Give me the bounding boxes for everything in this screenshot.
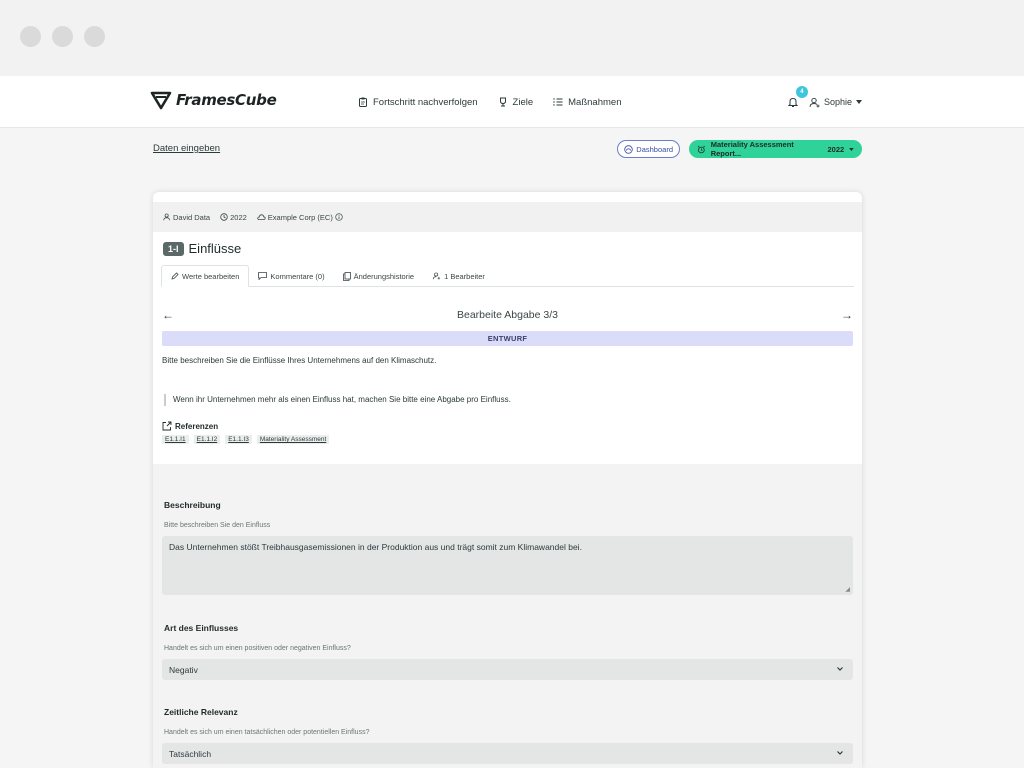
art-hint: Handelt es sich um einen positiven oder … (164, 645, 351, 652)
tab-bar: Werte bearbeiten Kommentare (0) Änderung… (161, 265, 854, 287)
reference-tag[interactable]: Materiality Assessment (256, 435, 330, 444)
tab-label: Änderungshistorie (353, 271, 415, 281)
tab-label: Werte bearbeiten (182, 271, 240, 281)
chevron-down-icon (837, 751, 843, 755)
top-navigation: FramesCube Fortschritt nachverfolgen Zie… (0, 76, 1024, 128)
input-form: Beschreibung Bitte beschreiben Sie den E… (153, 464, 862, 768)
art-label: Art des Einflusses (164, 623, 239, 633)
beschreibung-textarea[interactable]: Das Unternehmen stößt Treibhausgasemissi… (162, 536, 853, 595)
window-dot-minimize[interactable] (52, 26, 73, 47)
user-icon (809, 97, 820, 107)
list-icon (553, 98, 563, 106)
dashboard-button[interactable]: Dashboard (617, 140, 680, 158)
references-title: Referenzen (175, 421, 219, 431)
user-name: Sophie (823, 97, 852, 107)
hint-quote: Wenn ihr Unternehmen mehr als einen Einf… (164, 394, 511, 406)
chevron-down-icon (837, 667, 843, 671)
zeitlich-label: Zeitliche Relevanz (164, 707, 238, 717)
meta-company-name: Example Corp (EC) (267, 212, 333, 222)
zeitlich-select[interactable]: Tatsächlich (162, 743, 853, 764)
previous-arrow-icon[interactable]: ← (162, 308, 174, 322)
zeitlich-selected-value: Tatsächlich (169, 748, 212, 759)
caret-down-icon (856, 100, 862, 104)
references-section: Referenzen E1.1.I1 E1.1.I2 E1.1.I3 Mater… (162, 421, 330, 444)
datapoint-code-badge: 1-I (163, 241, 184, 256)
pencil-icon (171, 272, 179, 280)
report-year: 2022 (827, 144, 845, 154)
nav-item-label: Fortschritt nachverfolgen (373, 96, 478, 108)
notifications-badge: 4 (795, 86, 808, 98)
window-dot-maximize[interactable] (84, 26, 105, 47)
meta-company: Example Corp (EC) (257, 213, 343, 222)
user-add-icon (432, 272, 441, 280)
zeitlich-hint: Handelt es sich um einen tatsächlichen o… (164, 729, 370, 736)
beschreibung-label: Beschreibung (164, 500, 221, 510)
framescube-logo-icon (150, 91, 172, 110)
nav-item-ziele[interactable]: Ziele (498, 96, 534, 108)
dashboard-button-label: Dashboard (636, 144, 673, 154)
nav-item-label: Maßnahmen (568, 96, 622, 108)
breadcrumb-link[interactable]: Daten eingeben (153, 143, 220, 154)
reference-tags: E1.1.I1 E1.1.I2 E1.1.I3 Materiality Asse… (162, 435, 330, 444)
nav-right: 4 Sophie (787, 76, 862, 128)
report-name: Materiality Assessment Report... (710, 140, 794, 158)
window-chrome (0, 0, 1024, 76)
user-icon (163, 213, 170, 221)
art-select[interactable]: Negativ (162, 659, 853, 680)
info-icon[interactable] (335, 213, 343, 221)
caret-down-icon (849, 147, 854, 151)
brand-logo[interactable]: FramesCube (150, 90, 277, 110)
comment-icon (258, 272, 268, 280)
external-link-icon (162, 421, 172, 431)
datapoint-card: David Data 2022 Example Corp (EC) 1-I Ei… (153, 192, 862, 768)
tab-label: 1 Bearbeiter (444, 271, 485, 281)
alarm-clock-icon (697, 145, 706, 153)
gauge-icon (624, 144, 633, 154)
meta-bar: David Data 2022 Example Corp (EC) (153, 202, 862, 232)
brand-name: FramesCube (176, 91, 277, 109)
tab-aenderungshistorie[interactable]: Änderungshistorie (334, 265, 423, 287)
next-arrow-icon[interactable]: → (841, 308, 853, 322)
bell-icon (787, 97, 799, 107)
resize-handle-icon[interactable]: ◢ (845, 586, 850, 593)
reference-tag[interactable]: E1.1.I1 (162, 435, 189, 444)
trophy-icon (499, 97, 506, 107)
nav-item-fortschritt[interactable]: Fortschritt nachverfolgen (358, 97, 478, 108)
report-selector[interactable]: Materiality Assessment Report... 2022 (689, 140, 862, 158)
tab-bearbeiter[interactable]: 1 Bearbeiter (423, 265, 494, 287)
reference-tag[interactable]: E1.1.I2 (193, 435, 221, 444)
beschreibung-hint: Bitte beschreiben Sie den Einfluss (164, 522, 271, 529)
status-badge: ENTWURF (162, 331, 853, 346)
clock-icon (220, 213, 228, 221)
nav-item-massnahmen[interactable]: Maßnahmen (553, 97, 621, 108)
sub-bar: Daten eingeben Dashboard Materiality Ass… (153, 140, 862, 160)
cloud-icon (257, 214, 266, 220)
meta-user-name: David Data (173, 212, 211, 222)
clipboard-icon (359, 97, 367, 107)
submission-title: Bearbeite Abgabe 3/3 (456, 309, 558, 321)
meta-year: 2022 (220, 213, 247, 222)
reference-tag[interactable]: E1.1.I3 (225, 435, 252, 444)
submission-pager: ← Bearbeite Abgabe 3/3 → (162, 308, 853, 322)
datapoint-title: Einflüsse (188, 241, 242, 256)
datapoint-description: Bitte beschreiben Sie die Einflüsse Ihre… (162, 356, 437, 365)
meta-year-value: 2022 (230, 212, 247, 222)
tab-label: Kommentare (0) (270, 271, 325, 281)
art-selected-value: Negativ (169, 664, 198, 675)
window-dot-close[interactable] (20, 26, 41, 47)
main-nav: Fortschritt nachverfolgen Ziele Maßnahme… (358, 76, 621, 128)
notifications-button[interactable]: 4 (787, 86, 808, 108)
copy-icon (342, 271, 351, 281)
datapoint-header: 1-I Einflüsse (163, 241, 241, 256)
meta-user: David Data (163, 213, 210, 222)
beschreibung-value: Das Unternehmen stößt Treibhausgasemissi… (169, 542, 582, 552)
user-menu[interactable]: Sophie (809, 97, 862, 108)
nav-item-label: Ziele (512, 96, 534, 108)
references-header: Referenzen (162, 421, 329, 431)
tab-werte-bearbeiten[interactable]: Werte bearbeiten (161, 265, 250, 287)
tab-kommentare[interactable]: Kommentare (0) (249, 265, 333, 287)
